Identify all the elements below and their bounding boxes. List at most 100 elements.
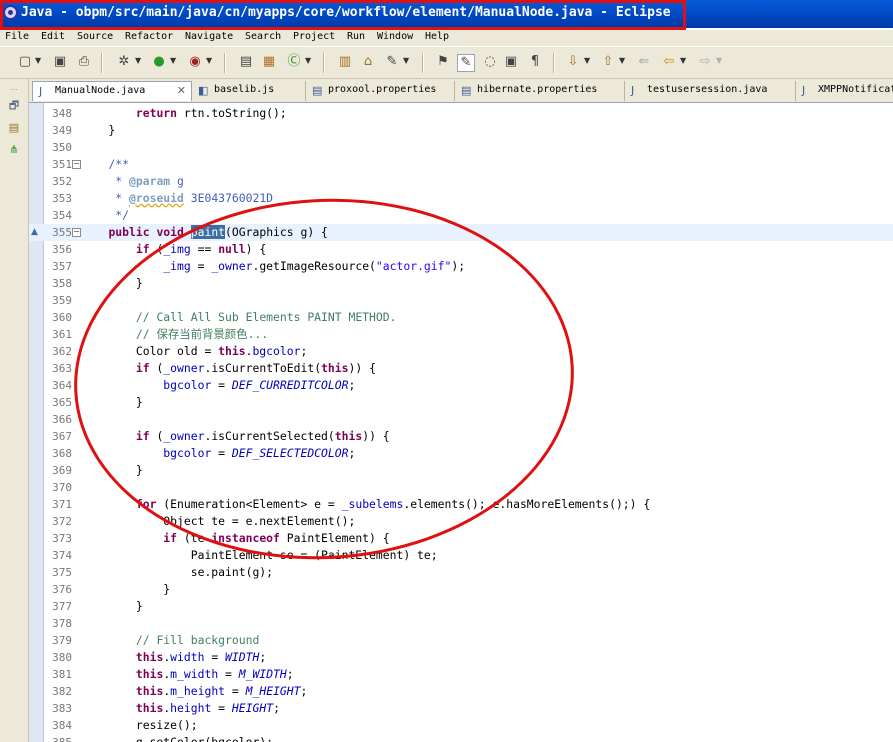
code-line[interactable]: 377 } xyxy=(29,598,893,615)
code-line[interactable]: 379 // Fill background xyxy=(29,632,893,649)
menu-navigate[interactable]: Navigate xyxy=(185,31,233,42)
code-line[interactable]: 358 } xyxy=(29,275,893,292)
forward-dropdown-icon[interactable]: ▼ xyxy=(716,56,722,65)
external-tools-icon[interactable]: ◉ xyxy=(187,54,203,70)
code-line[interactable]: 349 } xyxy=(29,122,893,139)
forward-icon[interactable]: ⇨ xyxy=(697,54,713,70)
code-line[interactable]: 364 bgcolor = DEF_CURREDITCOLOR; xyxy=(29,377,893,394)
code-line[interactable]: 383 this.height = HEIGHT; xyxy=(29,700,893,717)
tab-testusersession-java[interactable]: J testusersession.java xyxy=(625,81,796,101)
next-annotation-icon[interactable]: ⇩ xyxy=(565,54,581,70)
code-line[interactable]: 380 this.width = WIDTH; xyxy=(29,649,893,666)
code-line[interactable]: 384 resize(); xyxy=(29,717,893,734)
code-line[interactable]: 357 _img = _owner.getImageResource("acto… xyxy=(29,258,893,275)
open-folder-icon[interactable]: ⌂ xyxy=(360,54,376,70)
toggle-mark-icon[interactable]: ⚑ xyxy=(435,54,451,70)
fold-toggle-icon[interactable]: − xyxy=(72,228,81,237)
code-text: se.paint(g); xyxy=(81,565,274,579)
code-text: g.setColor(bgcolor); xyxy=(81,735,274,742)
code-line[interactable]: 353 * @roseuid 3E043760021D xyxy=(29,190,893,207)
code-line[interactable]: 359 xyxy=(29,292,893,309)
code-line[interactable]: 361 // 保存当前背景颜色... xyxy=(29,326,893,343)
menu-source[interactable]: Source xyxy=(77,31,113,42)
search-dropdown-icon[interactable]: ▼ xyxy=(403,56,409,65)
restore-icon[interactable]: 🗗 xyxy=(7,99,21,113)
print-icon[interactable]: ⎙ xyxy=(76,54,92,70)
code-line[interactable]: 382 this.m_height = M_HEIGHT; xyxy=(29,683,893,700)
show-whitespace-icon[interactable]: ¶ xyxy=(527,54,543,70)
back-dropdown-icon[interactable]: ▼ xyxy=(680,56,686,65)
package-explorer-icon[interactable]: ▤ xyxy=(7,121,21,135)
code-line[interactable]: 362 Color old = this.bgcolor; xyxy=(29,343,893,360)
tab-manualnode-java[interactable]: J ManualNode.java ✕ xyxy=(32,81,192,101)
code-line[interactable]: 381 this.m_width = M_WIDTH; xyxy=(29,666,893,683)
block-selection-icon[interactable]: ▣ xyxy=(503,54,519,70)
code-line[interactable]: 365 } xyxy=(29,394,893,411)
tab-xmppnotificat[interactable]: J XMPPNotificat xyxy=(796,81,893,101)
new-icon[interactable]: ▢ xyxy=(17,54,33,70)
new-package-icon[interactable]: ▦ xyxy=(261,54,277,70)
code-line[interactable]: 370 xyxy=(29,479,893,496)
menu-project[interactable]: Project xyxy=(293,31,335,42)
code-line[interactable]: 363 if (_owner.isCurrentToEdit(this)) { xyxy=(29,360,893,377)
code-line[interactable]: 369 } xyxy=(29,462,893,479)
hierarchy-icon[interactable]: ⋔ xyxy=(7,143,21,157)
menu-help[interactable]: Help xyxy=(425,31,449,42)
last-edit-location-icon[interactable]: ⇚ xyxy=(636,54,652,70)
search-icon[interactable]: ✎ xyxy=(384,54,400,70)
code-line[interactable]: 375 se.paint(g); xyxy=(29,564,893,581)
line-number: 383 xyxy=(52,702,72,715)
code-line[interactable]: 378 xyxy=(29,615,893,632)
debug-dropdown-icon[interactable]: ▼ xyxy=(135,56,141,65)
menu-search[interactable]: Search xyxy=(245,31,281,42)
run-dropdown-icon[interactable]: ▼ xyxy=(170,56,176,65)
menu-refactor[interactable]: Refactor xyxy=(125,31,173,42)
code-line[interactable]: 367 if (_owner.isCurrentSelected(this)) … xyxy=(29,428,893,445)
debug-icon[interactable]: ✲ xyxy=(116,54,132,70)
override-marker-icon[interactable]: ▲ xyxy=(31,227,41,237)
tab-proxool-properties[interactable]: ▤ proxool.properties xyxy=(306,81,455,101)
menu-file[interactable]: File xyxy=(5,31,29,42)
previous-annotation-icon[interactable]: ⇧ xyxy=(600,54,616,70)
code-line[interactable]: 360 // Call All Sub Elements PAINT METHO… xyxy=(29,309,893,326)
next-annotation-dropdown-icon[interactable]: ▼ xyxy=(584,56,590,65)
code-line[interactable]: 368 bgcolor = DEF_SELECTEDCOLOR; xyxy=(29,445,893,462)
code-line[interactable]: 385 g.setColor(bgcolor); xyxy=(29,734,893,742)
menu-run[interactable]: Run xyxy=(347,31,365,42)
close-icon[interactable]: ✕ xyxy=(177,84,186,97)
open-type-icon[interactable]: ▥ xyxy=(337,54,353,70)
code-line[interactable]: 350 xyxy=(29,139,893,156)
tab-baselib-js[interactable]: ◧ baselib.js xyxy=(192,81,306,101)
code-line[interactable]: 366 xyxy=(29,411,893,428)
code-line[interactable]: 354 */ xyxy=(29,207,893,224)
tab-hibernate-properties[interactable]: ▤ hibernate.properties xyxy=(455,81,625,101)
new-class-icon[interactable]: Ⓒ xyxy=(286,54,302,70)
line-number: 350 xyxy=(52,141,72,154)
run-icon[interactable]: ● xyxy=(151,54,167,70)
java-file-icon: J xyxy=(631,84,635,97)
menu-edit[interactable]: Edit xyxy=(41,31,65,42)
code-line[interactable]: 374 PaintElement se = (PaintElement) te; xyxy=(29,547,893,564)
code-line[interactable]: 371 for (Enumeration<Element> e = _subel… xyxy=(29,496,893,513)
previous-annotation-dropdown-icon[interactable]: ▼ xyxy=(619,56,625,65)
external-tools-dropdown-icon[interactable]: ▼ xyxy=(206,56,212,65)
code-line[interactable]: 355− ▲ public void paint(OGraphics g) { xyxy=(29,224,893,241)
back-icon[interactable]: ⇦ xyxy=(661,54,677,70)
code-line[interactable]: 372 Object te = e.nextElement(); xyxy=(29,513,893,530)
code-line[interactable]: 348 return rtn.toString(); xyxy=(29,105,893,122)
code-text: bgcolor = DEF_CURREDITCOLOR; xyxy=(163,378,356,392)
new-java-project-icon[interactable]: ▤ xyxy=(238,54,254,70)
mark-occurrences-icon[interactable]: ✎ xyxy=(457,54,475,72)
save-icon[interactable]: ▣ xyxy=(52,54,68,70)
code-line[interactable]: 373 if (te instanceof PaintElement) { xyxy=(29,530,893,547)
new-class-dropdown-icon[interactable]: ▼ xyxy=(305,56,311,65)
code-editor[interactable]: 348 return rtn.toString(); 349 } 350 351− /… xyxy=(29,103,893,742)
code-line[interactable]: 376 } xyxy=(29,581,893,598)
code-line[interactable]: 352 * @param g xyxy=(29,173,893,190)
toggle-breadcrumb-icon[interactable]: ◌ xyxy=(482,54,498,70)
fold-toggle-icon[interactable]: − xyxy=(72,160,81,169)
code-line[interactable]: 356 if (_img == null) { xyxy=(29,241,893,258)
code-line[interactable]: 351− /** xyxy=(29,156,893,173)
menu-window[interactable]: Window xyxy=(377,31,413,42)
new-dropdown-icon[interactable]: ▼ xyxy=(35,56,41,65)
